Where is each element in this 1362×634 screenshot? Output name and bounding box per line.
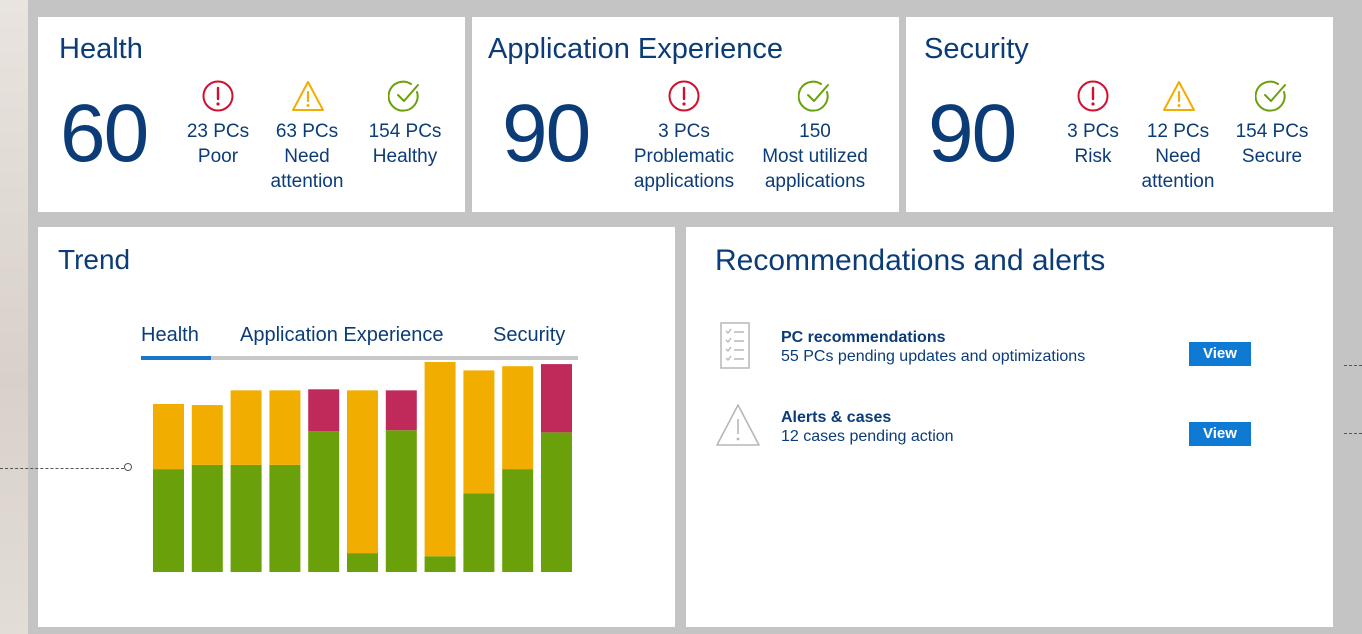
bar-segment-7-1 xyxy=(385,430,417,572)
bar-segment-8-2 xyxy=(424,362,456,557)
callout-line-left xyxy=(0,468,124,469)
bar-segment-4-2 xyxy=(269,390,301,465)
bar-segment-2-2 xyxy=(191,405,223,465)
error-icon xyxy=(667,79,701,113)
rec-text: PC recommendations 55 PCs pending update… xyxy=(781,328,1085,366)
trend-card: Trend Health Application Experience Secu… xyxy=(38,227,675,627)
bar-segment-1-1 xyxy=(153,469,184,572)
alert-triangle-icon xyxy=(714,402,762,453)
stat-desc: Need attention xyxy=(1141,146,1215,192)
stat-count: 3 PCs xyxy=(658,121,710,142)
bar-segment-3-1 xyxy=(230,464,262,572)
error-icon xyxy=(1076,79,1110,113)
bar-segment-8-1 xyxy=(424,556,456,572)
warning-icon xyxy=(290,79,324,113)
stat-desc: Problematic applications xyxy=(633,146,735,192)
stat-count: 12 PCs xyxy=(1146,121,1210,142)
rec-heading: PC recommendations xyxy=(781,329,946,346)
recommendations-title: Recommendations and alerts xyxy=(715,244,1106,277)
health-stat-poor[interactable]: 23 PCs Poor xyxy=(168,79,268,169)
view-pc-recommendations-button[interactable]: View xyxy=(1189,342,1251,366)
bar-segment-10-2 xyxy=(502,366,534,470)
callout-line-right-bottom xyxy=(1344,433,1362,434)
security-stat-secure[interactable]: 154 PCs Secure xyxy=(1222,79,1322,169)
stat-count: 23 PCs xyxy=(186,121,250,142)
stat-count: 63 PCs xyxy=(275,121,339,142)
health-score: 60 xyxy=(60,88,149,179)
stat-count: 150 xyxy=(799,121,831,142)
bar-segment-3-2 xyxy=(230,390,262,465)
app-experience-title: Application Experience xyxy=(488,33,784,65)
trend-title: Trend xyxy=(58,244,131,275)
health-stat-attention[interactable]: 63 PCs Need attention xyxy=(257,79,357,194)
app-experience-score: 90 xyxy=(502,88,591,179)
health-card: Health 60 23 PCs Poor 63 PCs Need attent… xyxy=(38,17,465,212)
app-stat-problematic[interactable]: 3 PCs Problematic applications xyxy=(624,79,744,194)
app-stat-most-utilized[interactable]: 150 Most utilized applications xyxy=(750,79,880,194)
check-icon xyxy=(388,79,422,113)
tab-application-experience[interactable]: Application Experience xyxy=(240,324,443,347)
checklist-icon xyxy=(720,322,750,375)
bar-segment-7-3 xyxy=(385,390,417,431)
stat-count: 154 PCs xyxy=(368,121,442,142)
tab-health[interactable]: Health xyxy=(141,324,199,347)
check-icon xyxy=(1255,79,1289,113)
rec-item-pc-recommendations: PC recommendations 55 PCs pending update… xyxy=(714,322,1294,377)
callout-line-right-top xyxy=(1344,365,1362,366)
warning-icon xyxy=(1161,79,1195,113)
bar-segment-11-1 xyxy=(541,432,572,572)
stat-count: 154 PCs xyxy=(1235,121,1309,142)
bar-segment-6-2 xyxy=(347,390,378,554)
stat-desc: Poor xyxy=(197,146,239,167)
rec-heading: Alerts & cases xyxy=(781,409,892,426)
rec-description: 12 cases pending action xyxy=(781,428,954,445)
recommendations-card: Recommendations and alerts PC recommenda… xyxy=(686,227,1333,627)
tab-active-indicator xyxy=(141,356,211,360)
security-title: Security xyxy=(924,33,1029,65)
health-stat-healthy[interactable]: 154 PCs Healthy xyxy=(355,79,455,169)
rec-text: Alerts & cases 12 cases pending action xyxy=(781,408,954,446)
check-icon xyxy=(798,79,832,113)
bar-segment-11-3 xyxy=(541,364,572,433)
bar-segment-2-1 xyxy=(191,464,223,572)
security-card: Security 90 3 PCs Risk 12 PCs Need atten… xyxy=(906,17,1333,212)
security-score: 90 xyxy=(928,88,1017,179)
bar-segment-6-1 xyxy=(347,553,378,572)
security-stat-attention[interactable]: 12 PCs Need attention xyxy=(1128,79,1228,194)
bar-segment-4-1 xyxy=(269,464,301,572)
stat-desc: Need attention xyxy=(270,146,344,192)
stat-desc: Most utilized applications xyxy=(762,146,868,192)
bar-segment-9-2 xyxy=(463,370,495,494)
app-experience-card: Application Experience 90 3 PCs Problema… xyxy=(472,17,899,212)
stat-desc: Secure xyxy=(1241,146,1303,167)
tab-security[interactable]: Security xyxy=(493,324,565,347)
callout-dot xyxy=(124,463,132,471)
trend-chart xyxy=(153,362,572,572)
bar-segment-5-1 xyxy=(308,431,340,572)
error-icon xyxy=(201,79,235,113)
bar-segment-9-1 xyxy=(463,493,495,572)
bar-segment-10-1 xyxy=(502,469,534,572)
bar-segment-1-2 xyxy=(153,404,184,470)
stat-desc: Healthy xyxy=(372,146,438,167)
rec-item-alerts-cases: Alerts & cases 12 cases pending action V… xyxy=(714,402,1294,457)
health-title: Health xyxy=(59,33,143,65)
bar-segment-5-3 xyxy=(308,389,340,432)
rec-description: 55 PCs pending updates and optimizations xyxy=(781,348,1086,365)
trend-tabs: Health Application Experience Security xyxy=(141,324,578,362)
view-alerts-cases-button[interactable]: View xyxy=(1189,422,1251,446)
